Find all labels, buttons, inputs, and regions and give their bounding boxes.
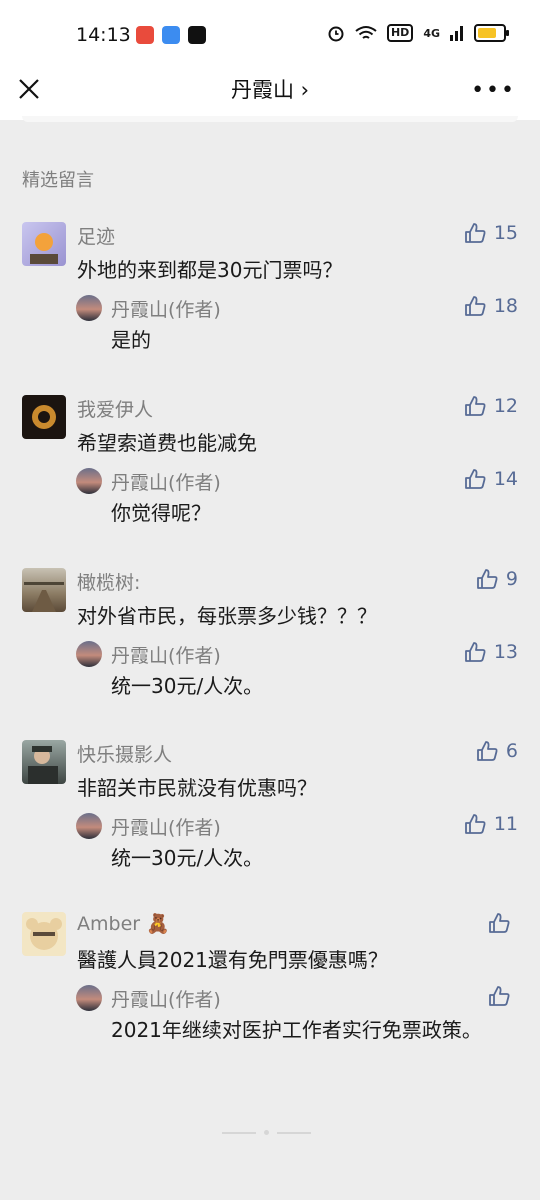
comment-item: 我爱伊人 希望索道费也能减免 12 丹霞山(作者) 你觉得呢？ 14 [22,395,518,535]
thumbs-up-icon [489,986,510,1006]
thumbs-up-icon [464,223,486,243]
like-count: 15 [493,222,518,244]
like-count: 12 [493,395,518,417]
avatar[interactable] [22,912,66,956]
comment-item: 足迹 外地的来到都是30元门票吗？ 15 丹霞山(作者) 是的 18 [22,222,518,362]
like-count: 9 [505,568,518,590]
page-title: 丹霞山 [230,78,294,102]
thumbs-up-icon [464,642,486,662]
comment-item: Amber 🧸 醫護人員2021還有免門票優惠嗎？ 丹霞山(作者) 2021年继… [22,912,518,1082]
reply-like-button[interactable]: 18 [464,295,518,317]
status-time: 14:13 [76,24,131,46]
thumbs-up-icon [477,569,498,589]
comment-text: 外地的来到都是30元门票吗？ [77,258,343,282]
more-button[interactable]: ••• [471,78,516,103]
comment-author[interactable]: 橄榄树: [77,568,140,595]
wifi-icon [355,26,377,39]
like-count: 6 [505,740,518,762]
avatar[interactable] [22,740,66,784]
reply-author[interactable]: 丹霞山(作者) [111,295,221,322]
comment-author[interactable]: 足迹 [77,222,115,249]
battery-icon [474,24,509,42]
reply-like-button[interactable]: 14 [464,468,518,490]
reply-author[interactable]: 丹霞山(作者) [111,641,221,668]
like-button[interactable]: 12 [464,395,518,417]
end-of-list-indicator [222,1130,311,1135]
comment-author[interactable]: 快乐摄影人 [77,740,172,767]
avatar[interactable] [22,395,66,439]
chevron-right-icon: › [300,78,310,102]
author-reply: 丹霞山(作者) 统一30元/人次。 13 [76,641,518,701]
app-notification-icon [136,26,154,44]
reply-author[interactable]: 丹霞山(作者) [111,468,221,495]
status-bar: 14:13 HD 4G [0,0,540,70]
network-label: 4G [423,26,440,40]
author-avatar[interactable] [76,468,102,494]
thumbs-up-icon [464,296,486,316]
reply-like-count: 11 [493,813,518,835]
reply-like-button[interactable] [488,985,518,1007]
reply-like-count: 13 [493,641,518,663]
reply-author[interactable]: 丹霞山(作者) [111,985,221,1012]
avatar[interactable] [22,568,66,612]
reply-text: 你觉得呢？ [111,501,211,525]
reply-like-count: 18 [493,295,518,317]
article-card-edge [22,116,518,122]
author-avatar[interactable] [76,813,102,839]
featured-comments-label: 精选留言 [22,170,94,191]
reply-like-button[interactable]: 13 [464,641,518,663]
thumbs-up-icon [464,469,486,489]
reply-like-count: 14 [493,468,518,490]
reply-text: 2021年继续对医护工作者实行免票政策。 [111,1018,482,1042]
comment-text: 醫護人員2021還有免門票優惠嗎？ [77,948,388,972]
reply-text: 统一30元/人次。 [111,674,264,698]
like-button[interactable]: 6 [476,740,518,762]
reply-text: 是的 [111,328,151,352]
author-avatar[interactable] [76,641,102,667]
tiktok-icon [188,26,206,44]
reply-text: 统一30元/人次。 [111,846,264,870]
comment-text: 希望索道费也能减免 [77,431,257,455]
signal-icon [450,26,463,41]
comment-author[interactable]: 我爱伊人 [77,395,153,422]
comment-text: 对外省市民，每张票多少钱？？？ [77,604,377,628]
avatar[interactable] [22,222,66,266]
comment-author[interactable]: Amber 🧸 [77,912,170,935]
like-button[interactable]: 15 [464,222,518,244]
nav-bar: 丹霞山 › ••• [0,62,540,120]
comment-item: 快乐摄影人 非韶关市民就没有优惠吗？ 6 丹霞山(作者) 统一30元/人次。 1… [22,740,518,880]
author-reply: 丹霞山(作者) 是的 18 [76,295,518,355]
author-reply: 丹霞山(作者) 统一30元/人次。 11 [76,813,518,873]
hd-icon: HD [386,24,414,42]
author-avatar[interactable] [76,985,102,1011]
thumbs-up-icon [464,814,486,834]
author-avatar[interactable] [76,295,102,321]
thumbs-up-icon [489,913,510,933]
like-button[interactable]: 9 [476,568,518,590]
article-source-title[interactable]: 丹霞山 › [0,74,540,104]
author-reply: 丹霞山(作者) 2021年继续对医护工作者实行免票政策。 [76,985,518,1080]
comment-text: 非韶关市民就没有优惠吗？ [77,776,317,800]
video-app-icon [162,26,180,44]
comment-item: 橄榄树: 对外省市民，每张票多少钱？？？ 9 丹霞山(作者) 统一30元/人次。… [22,568,518,708]
alarm-icon [328,26,344,42]
reply-author[interactable]: 丹霞山(作者) [111,813,221,840]
like-button[interactable] [488,912,518,934]
author-reply: 丹霞山(作者) 你觉得呢？ 14 [76,468,518,528]
reply-like-button[interactable]: 11 [464,813,518,835]
thumbs-up-icon [464,396,486,416]
thumbs-up-icon [477,741,498,761]
